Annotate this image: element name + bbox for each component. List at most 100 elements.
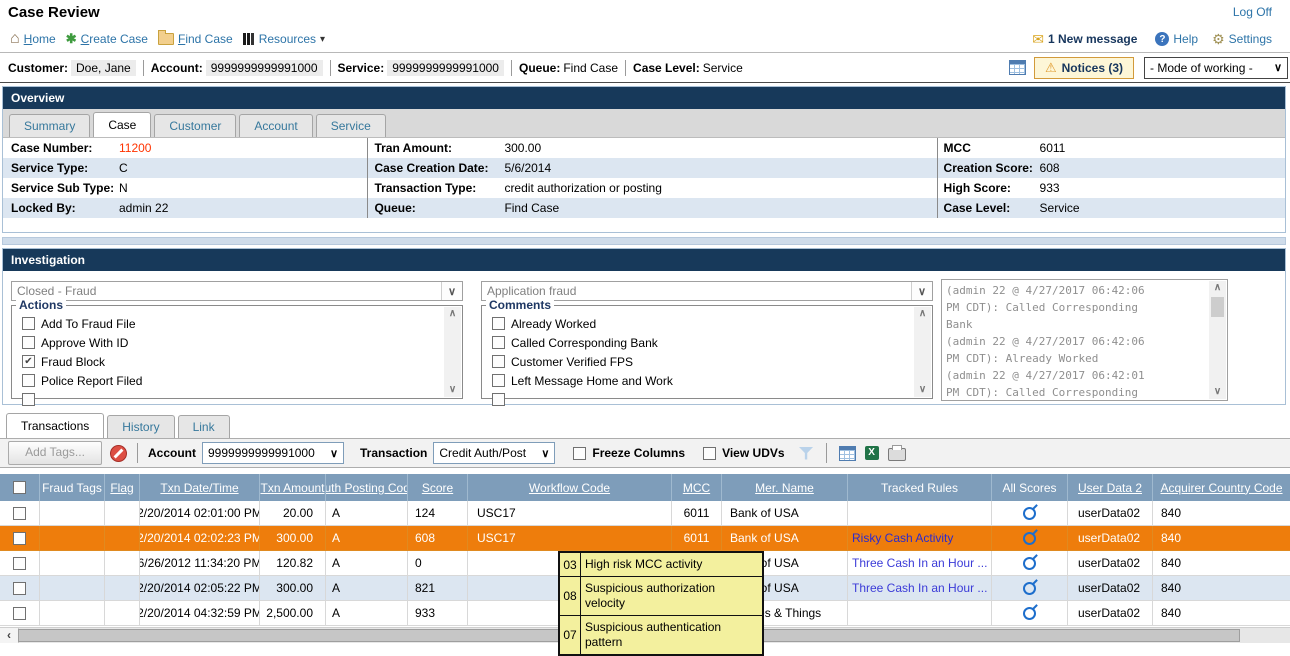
log-off-link[interactable]: Log Off (1233, 5, 1272, 19)
cell-auth-code: A (326, 551, 408, 576)
col-flag[interactable]: Flag (105, 474, 140, 501)
col-acquirer-country-code[interactable]: Acquirer Country Code (1153, 474, 1290, 501)
cell-tracked-rules (848, 601, 992, 626)
log-scrollbar[interactable]: ∧ ∨ (1209, 281, 1226, 399)
tab-service[interactable]: Service (316, 114, 386, 137)
tab-summary[interactable]: Summary (9, 114, 90, 137)
row-checkbox[interactable] (0, 526, 40, 551)
col-mer-name[interactable]: Mer. Name (722, 474, 848, 501)
nav-create-case[interactable]: ✱ Create Case (66, 31, 148, 47)
tooltip-rule: 03 High risk MCC activity (560, 553, 762, 577)
magnifier-icon[interactable] (1023, 507, 1036, 520)
action-fraud-block[interactable]: ✔Fraud Block (22, 354, 105, 369)
case-status-select[interactable]: Closed - Fraud ∨ (11, 281, 463, 301)
filter-icon[interactable] (799, 447, 814, 460)
scroll-left-icon[interactable]: ‹ (0, 628, 19, 643)
tab-link[interactable]: Link (178, 415, 230, 438)
scroll-up-icon[interactable]: ∧ (919, 307, 926, 321)
account-select[interactable]: 9999999999991000 ∨ (202, 442, 344, 464)
nav-find-case[interactable]: Find Case (158, 32, 233, 46)
row-checkbox[interactable] (0, 601, 40, 626)
cell-fraud-tags (40, 601, 105, 626)
field-tran-amount: Tran Amount:300.00 (368, 138, 937, 158)
context-account: Account: 9999999999991000 (151, 60, 323, 76)
mode-of-working-select[interactable]: - Mode of working - ∨ (1144, 57, 1288, 79)
cell-flag (105, 501, 140, 526)
col-auth-posting-code[interactable]: Auth Posting Code (326, 474, 408, 501)
scroll-down-icon[interactable]: ∨ (1214, 385, 1221, 399)
action-police-report-filed[interactable]: Police Report Filed (22, 373, 142, 388)
cell-txn-date: 2/20/2014 04:32:59 PM (140, 601, 260, 626)
scroll-down-icon[interactable]: ∨ (449, 383, 456, 397)
col-score[interactable]: Score (408, 474, 468, 501)
field-service-type: Service Type:C (3, 158, 368, 178)
grid-view-icon[interactable] (839, 446, 856, 461)
nav-bar: ⌂ Home ✱ Create Case Find Case Resources… (0, 26, 1290, 53)
tracked-rule-link[interactable]: Risky Cash Activity (852, 531, 953, 545)
comments-scrollbar[interactable]: ∧ ∨ (914, 307, 931, 397)
col-user-data-2[interactable]: User Data 2 (1068, 474, 1153, 501)
action-add-to-fraud-file[interactable]: Add To Fraud File (22, 316, 136, 331)
magnifier-icon[interactable] (1023, 532, 1036, 545)
nav-resources[interactable]: Resources ▾ (243, 32, 325, 46)
cell-flag (105, 526, 140, 551)
comment-left-message-home-and-work[interactable]: Left Message Home and Work (492, 373, 673, 388)
investigation-log[interactable]: (admin 22 @ 4/27/2017 06:42:06 PM CDT): … (941, 279, 1228, 401)
row-checkbox[interactable] (0, 551, 40, 576)
field-locked-by: Locked By:admin 22 (3, 198, 368, 218)
tab-history[interactable]: History (107, 415, 174, 438)
tab-customer[interactable]: Customer (154, 114, 236, 137)
magnifier-icon[interactable] (1023, 557, 1036, 570)
context-case-level: Case Level: Service (633, 61, 743, 75)
block-icon[interactable] (110, 445, 127, 462)
comment-called-corresponding-bank[interactable]: Called Corresponding Bank (492, 335, 658, 350)
cell-score: 933 (408, 601, 468, 626)
print-icon[interactable] (888, 448, 906, 461)
nav-home[interactable]: ⌂ Home (10, 32, 56, 46)
action-approve-with-id[interactable]: Approve With ID (22, 335, 128, 350)
actions-scrollbar[interactable]: ∧ ∨ (444, 307, 461, 397)
tab-account[interactable]: Account (239, 114, 312, 137)
cell-auth-code: A (326, 526, 408, 551)
col-txn-amount[interactable]: Txn Amount (260, 474, 326, 501)
magnifier-icon[interactable] (1023, 582, 1036, 595)
excel-export-icon[interactable]: X (865, 446, 879, 460)
help-link[interactable]: ? Help (1155, 32, 1198, 46)
tab-transactions[interactable]: Transactions (6, 413, 104, 438)
notices-button[interactable]: ⚠ Notices (3) (1034, 57, 1134, 79)
chevron-down-icon: ∨ (325, 447, 343, 460)
cell-user-data-2: userData02 (1068, 576, 1153, 601)
tracked-rule-link[interactable]: Three Cash In an Hour ... (852, 581, 987, 595)
view-udvs-checkbox[interactable]: View UDVs (703, 446, 784, 460)
row-checkbox[interactable] (0, 501, 40, 526)
select-all-checkbox[interactable] (0, 474, 40, 501)
magnifier-icon[interactable] (1023, 607, 1036, 620)
row-checkbox[interactable] (0, 576, 40, 601)
books-icon (243, 33, 255, 45)
comment-already-worked[interactable]: Already Worked (492, 316, 596, 331)
scrollbar-thumb[interactable] (1211, 297, 1224, 317)
add-tags-button[interactable]: Add Tags... (8, 441, 102, 465)
col-mcc[interactable]: MCC (672, 474, 722, 501)
scroll-up-icon[interactable]: ∧ (449, 307, 456, 321)
cell-user-data-2: userData02 (1068, 551, 1153, 576)
col-workflow-code[interactable]: Workflow Code (468, 474, 672, 501)
grid-view-icon[interactable] (1009, 60, 1026, 75)
transactions-table-header: Fraud Tags Flag Txn Date/Time Txn Amount… (0, 474, 1290, 501)
settings-link[interactable]: ⚙ Settings (1212, 31, 1272, 48)
actions-legend: Actions (16, 298, 66, 312)
transactions-tabstrip: Transactions History Link (2, 410, 1286, 438)
cell-tracked-rules (848, 501, 992, 526)
tab-case[interactable]: Case (93, 112, 151, 137)
transaction-select[interactable]: Credit Auth/Post ∨ (433, 442, 555, 464)
col-txn-date-time[interactable]: Txn Date/Time (140, 474, 260, 501)
investigation-header: Investigation (3, 249, 1285, 271)
comments-legend: Comments (486, 298, 554, 312)
scroll-down-icon[interactable]: ∨ (919, 383, 926, 397)
freeze-columns-checkbox[interactable]: Freeze Columns (573, 446, 685, 460)
tracked-rule-link[interactable]: Three Cash In an Hour ... (852, 556, 987, 570)
comment-customer-verified-fps[interactable]: Customer Verified FPS (492, 354, 633, 369)
cell-merchant: Bank of USA (722, 501, 848, 526)
new-message-link[interactable]: ✉ 1 New message (1032, 31, 1137, 48)
scroll-up-icon[interactable]: ∧ (1214, 281, 1221, 295)
